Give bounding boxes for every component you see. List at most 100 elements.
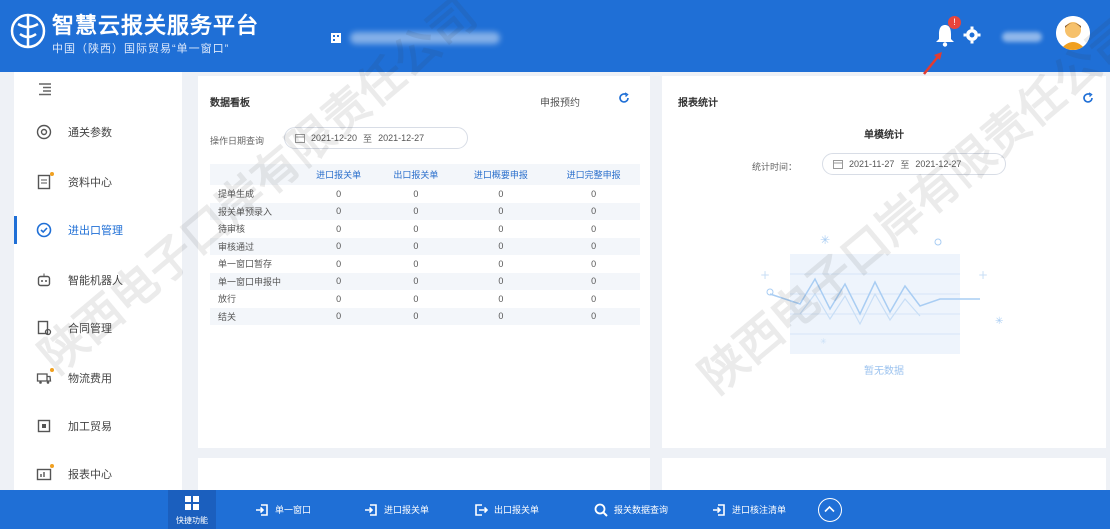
sidebar-item-logistics[interactable]: 物流费用 — [14, 360, 182, 396]
sidebar-item-label: 物流费用 — [68, 373, 112, 385]
table-cell[interactable]: 0 — [377, 307, 455, 325]
table-cell[interactable]: 0 — [547, 237, 640, 255]
svg-text:+: + — [760, 268, 770, 282]
sidebar-item-import-export[interactable]: 进出口管理 — [14, 212, 182, 248]
sidebar-item-label: 进出口管理 — [68, 225, 123, 237]
quick-import-declaration[interactable]: 进口报关单 — [364, 490, 429, 529]
quick-item-label: 进口核注清单 — [732, 505, 787, 515]
processing-icon — [37, 419, 51, 433]
sidebar-item-contract[interactable]: 合同管理 — [14, 310, 182, 346]
table-cell[interactable]: 0 — [377, 255, 454, 273]
red-arrow-annotation — [923, 52, 942, 75]
file-icon — [37, 174, 51, 190]
table-cell[interactable]: 0 — [547, 185, 640, 203]
collapse-bar-button[interactable] — [818, 498, 842, 522]
table-cell[interactable]: 0 — [300, 290, 377, 308]
table-row: 单一窗口申报中 0 0 0 0 — [210, 272, 640, 290]
table-cell[interactable]: 0 — [455, 185, 548, 203]
table-header-row: 进口报关单 出口报关单 进口概要申报 进口完整申报 — [210, 164, 640, 185]
table-cell[interactable]: 0 — [300, 220, 377, 238]
table-cell[interactable]: 0 — [454, 272, 548, 290]
avatar[interactable] — [1056, 16, 1090, 50]
new-dot-indicator — [50, 464, 54, 468]
quick-functions-button[interactable]: 快捷功能 — [168, 490, 216, 529]
table-row: 放行 0 0 0 0 — [210, 290, 640, 308]
refresh-icon[interactable] — [618, 92, 630, 104]
table-cell[interactable]: 0 — [300, 185, 377, 203]
table-cell[interactable]: 0 — [455, 290, 548, 308]
quick-declaration-query[interactable]: 报关数据查询 — [594, 490, 668, 529]
new-dot-indicator — [50, 172, 54, 176]
row-label: 提单生成 — [218, 189, 255, 200]
table-cell[interactable]: 0 — [300, 237, 378, 255]
logo-icon — [10, 13, 46, 49]
quick-single-window[interactable]: 单一窗口 — [255, 490, 311, 529]
sidebar-item-customs-params[interactable]: 通关参数 — [14, 114, 182, 150]
sidebar-item-label: 资料中心 — [68, 177, 112, 189]
svg-text:✳: ✳ — [995, 316, 1003, 327]
truck-icon — [36, 373, 52, 384]
contract-icon — [37, 320, 52, 336]
row-label: 待审核 — [218, 224, 246, 235]
quick-item-label: 报关数据查询 — [614, 505, 669, 515]
table-cell[interactable]: 0 — [547, 290, 640, 308]
date-from: 2021-12-20 — [311, 133, 358, 143]
table-cell[interactable]: 0 — [547, 202, 640, 220]
building-icon — [331, 33, 341, 43]
new-dot-indicator — [50, 368, 54, 372]
refresh-icon[interactable] — [1082, 92, 1094, 104]
panel-title: 报表统计 — [678, 98, 718, 109]
empty-chart-illustration: ✳ + + ✳ ✳ — [760, 233, 1003, 354]
sidebar-item-processing-trade[interactable]: 加工贸易 — [14, 408, 182, 444]
stat-date-range-picker[interactable]: 2021-11-27 至 2021-12-27 — [822, 153, 1006, 175]
gear-icon[interactable] — [963, 26, 981, 44]
column-header — [210, 164, 300, 185]
table-cell[interactable]: 0 — [300, 202, 378, 220]
row-label: 单一窗口暂存 — [218, 259, 273, 270]
table-cell[interactable]: 0 — [547, 255, 640, 273]
table-cell[interactable]: 0 — [377, 272, 455, 290]
sidebar-item-data-center[interactable]: 资料中心 — [14, 164, 182, 200]
table-cell[interactable]: 0 — [300, 307, 378, 325]
table-cell[interactable]: 0 — [455, 255, 548, 273]
sidebar-item-label: 加工贸易 — [68, 421, 112, 433]
gear-circle-icon — [36, 124, 52, 140]
sidebar-item-label: 合同管理 — [68, 323, 112, 335]
declare-appointment-link[interactable]: 申报预约 — [540, 94, 580, 109]
table-cell[interactable]: 0 — [454, 307, 548, 325]
table-row: 提单生成 0 0 0 0 — [210, 185, 640, 203]
column-header: 进口概要申报 — [454, 164, 548, 185]
table-cell[interactable]: 0 — [377, 237, 455, 255]
date-range-picker[interactable]: 2021-12-20 至 2021-12-27 — [284, 127, 468, 149]
table-cell[interactable]: 0 — [377, 290, 454, 308]
table-cell[interactable]: 0 — [377, 202, 455, 220]
sidebar: 通关参数 资料中心 进出口管理 智能机器人 合同管理 物流费用 加工贸易 报表中… — [14, 72, 182, 490]
date-to: 2021-12-27 — [915, 159, 962, 169]
username-redacted[interactable] — [1002, 32, 1042, 42]
quick-import-verification-list[interactable]: 进口核注清单 — [712, 490, 786, 529]
calendar-icon — [833, 160, 843, 169]
sidebar-item-robot[interactable]: 智能机器人 — [14, 262, 182, 298]
svg-text:+: + — [978, 268, 988, 282]
date-to-separator: 至 — [363, 133, 373, 144]
report-icon — [36, 468, 52, 481]
table-cell[interactable]: 0 — [547, 272, 640, 290]
table-cell[interactable]: 0 — [455, 220, 548, 238]
chart-heading: 单模统计 — [864, 130, 904, 141]
table-cell[interactable]: 0 — [547, 220, 640, 238]
date-filter-label: 操作日期查询 — [210, 136, 265, 146]
table-cell[interactable]: 0 — [377, 185, 454, 203]
sidebar-item-reports[interactable]: 报表中心 — [14, 456, 182, 492]
table-cell[interactable]: 0 — [377, 220, 454, 238]
column-header: 进口报关单 — [300, 164, 378, 185]
table-cell[interactable]: 0 — [454, 237, 548, 255]
table-cell[interactable]: 0 — [300, 255, 377, 273]
quick-export-declaration[interactable]: 出口报关单 — [474, 490, 539, 529]
menu-toggle-icon[interactable] — [38, 82, 52, 96]
table-cell[interactable]: 0 — [547, 307, 640, 325]
avatar-icon — [1056, 16, 1090, 50]
svg-text:✳: ✳ — [820, 233, 830, 247]
table-cell[interactable]: 0 — [454, 202, 548, 220]
check-circle-icon — [36, 222, 52, 238]
table-cell[interactable]: 0 — [300, 272, 378, 290]
